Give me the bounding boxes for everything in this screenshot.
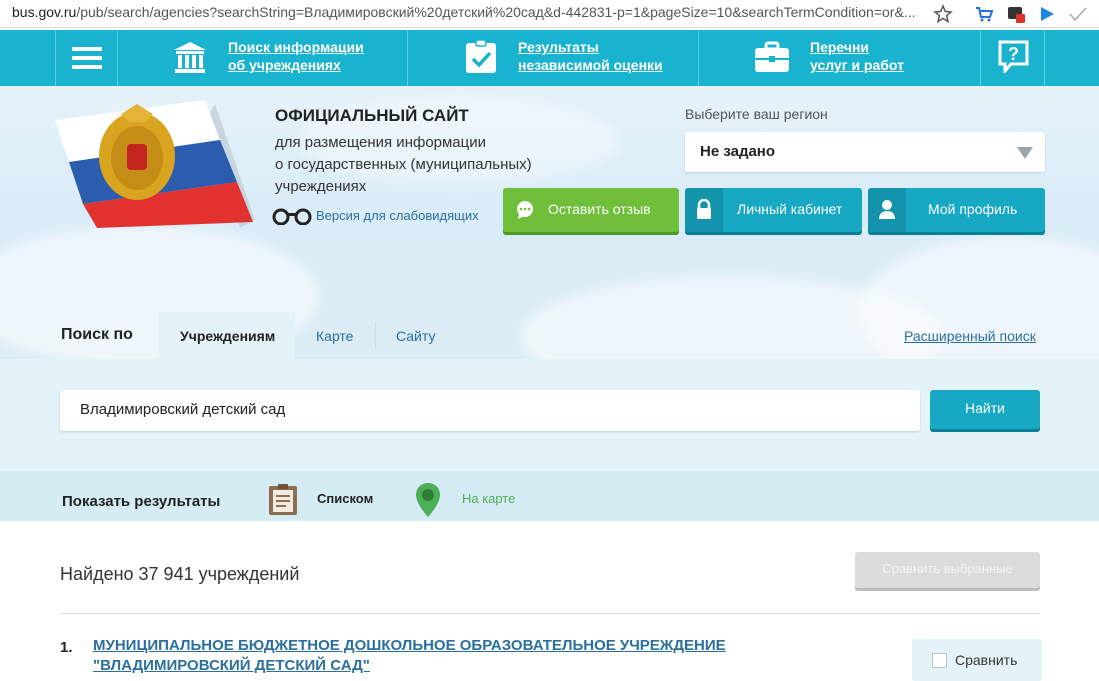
personal-cabinet-label: Личный кабинет — [737, 201, 843, 217]
compare-label: Сравнить — [955, 652, 1018, 668]
building-icon — [174, 42, 206, 73]
leave-feedback-button[interactable]: Оставить отзыв — [503, 188, 679, 232]
divider — [60, 613, 1040, 614]
user-icon — [879, 200, 895, 219]
leave-feedback-label: Оставить отзыв — [548, 201, 651, 217]
search-panel: Владимировский детский сад Найти — [0, 359, 1099, 471]
list-document-icon[interactable] — [268, 484, 298, 516]
find-button[interactable]: Найти — [930, 390, 1040, 429]
personal-cabinet-button[interactable]: Личный кабинет — [685, 188, 862, 232]
play-icon[interactable] — [1037, 4, 1057, 24]
chat-bubble-icon — [517, 201, 533, 219]
nav-agency-search[interactable]: Поиск информации об учреждениях — [118, 30, 408, 86]
url-text[interactable]: bus.gov.ru/pub/search/agencies?searchStr… — [12, 4, 915, 20]
compare-checkbox-container[interactable]: Сравнить — [912, 639, 1042, 681]
site-header: ОФИЦИАЛЬНЫЙ САЙТ для размещения информац… — [0, 86, 1099, 359]
my-profile-label: Мой профиль — [928, 201, 1018, 217]
briefcase-icon — [755, 41, 789, 72]
search-input[interactable]: Владимировский детский сад — [60, 390, 920, 431]
advanced-search-link[interactable]: Расширенный поиск — [904, 328, 1036, 344]
glasses-icon[interactable] — [271, 207, 313, 225]
top-navigation: Поиск информации об учреждениях Результат… — [0, 30, 1099, 86]
cart-icon[interactable] — [974, 4, 994, 24]
lock-icon — [697, 199, 711, 219]
bookmark-star-icon[interactable] — [933, 4, 953, 24]
svg-text:?: ? — [1008, 44, 1019, 64]
result-title-link[interactable]: МУНИЦИПАЛЬНОЕ БЮДЖЕТНОЕ ДОШКОЛЬНОЕ ОБРАЗ… — [93, 636, 793, 676]
checkmark-icon[interactable] — [1068, 4, 1088, 24]
russian-flag-emblem-logo — [55, 100, 255, 228]
tab-map[interactable]: Карте — [316, 328, 353, 344]
help-button[interactable]: ? — [981, 30, 1045, 86]
result-number: 1. — [60, 639, 73, 656]
compare-selected-button[interactable]: Сравнить выбранные — [855, 552, 1040, 588]
clipboard-check-icon — [466, 39, 496, 73]
nav-services-lists-label[interactable]: Перечни услуг и работ — [810, 38, 904, 74]
tab-site[interactable]: Сайту — [396, 328, 435, 344]
nav-independent-eval[interactable]: Результаты независимой оценки — [408, 30, 699, 86]
region-value: Не задано — [700, 143, 776, 160]
url-path: /pub/search/agencies?searchString=Владим… — [76, 4, 916, 20]
question-icon: ? — [998, 40, 1029, 73]
tab-agencies-label: Учреждениям — [180, 328, 276, 344]
nav-services-lists[interactable]: Перечни услуг и работ — [699, 30, 981, 86]
hamburger-icon — [72, 47, 102, 69]
low-vision-version-link[interactable]: Версия для слабовидящих — [316, 208, 479, 223]
search-by-label: Поиск по — [61, 326, 133, 343]
find-button-label: Найти — [965, 400, 1005, 416]
map-pin-icon[interactable] — [414, 481, 442, 519]
browser-address-bar[interactable]: bus.gov.ru/pub/search/agencies?searchStr… — [0, 0, 1099, 28]
show-results-label: Показать результаты — [62, 493, 221, 510]
results-count: Найдено 37 941 учреждений — [60, 564, 300, 584]
url-host: bus.gov.ru — [12, 4, 77, 20]
results-display-bar: Показать результаты Списком На карте — [0, 471, 1099, 521]
search-query-text: Владимировский детский сад — [80, 401, 286, 418]
tab-agencies[interactable]: Учреждениям — [159, 312, 295, 359]
menu-button[interactable] — [55, 30, 118, 86]
compare-checkbox[interactable] — [932, 653, 947, 668]
nav-independent-eval-label[interactable]: Результаты независимой оценки — [518, 38, 663, 74]
show-as-list-option[interactable]: Списком — [317, 491, 373, 506]
region-label: Выберите ваш регион — [685, 106, 828, 122]
dropdown-arrow-icon — [1017, 147, 1033, 159]
compare-selected-label: Сравнить выбранные — [882, 561, 1013, 576]
my-profile-button[interactable]: Мой профиль — [868, 188, 1045, 232]
region-select[interactable]: Не задано — [685, 132, 1045, 172]
show-on-map-option[interactable]: На карте — [462, 491, 515, 506]
extension-badge-icon[interactable] — [1006, 4, 1026, 24]
nav-agency-search-label[interactable]: Поиск информации об учреждениях — [228, 38, 364, 74]
site-title: ОФИЦИАЛЬНЫЙ САЙТ — [275, 106, 469, 125]
